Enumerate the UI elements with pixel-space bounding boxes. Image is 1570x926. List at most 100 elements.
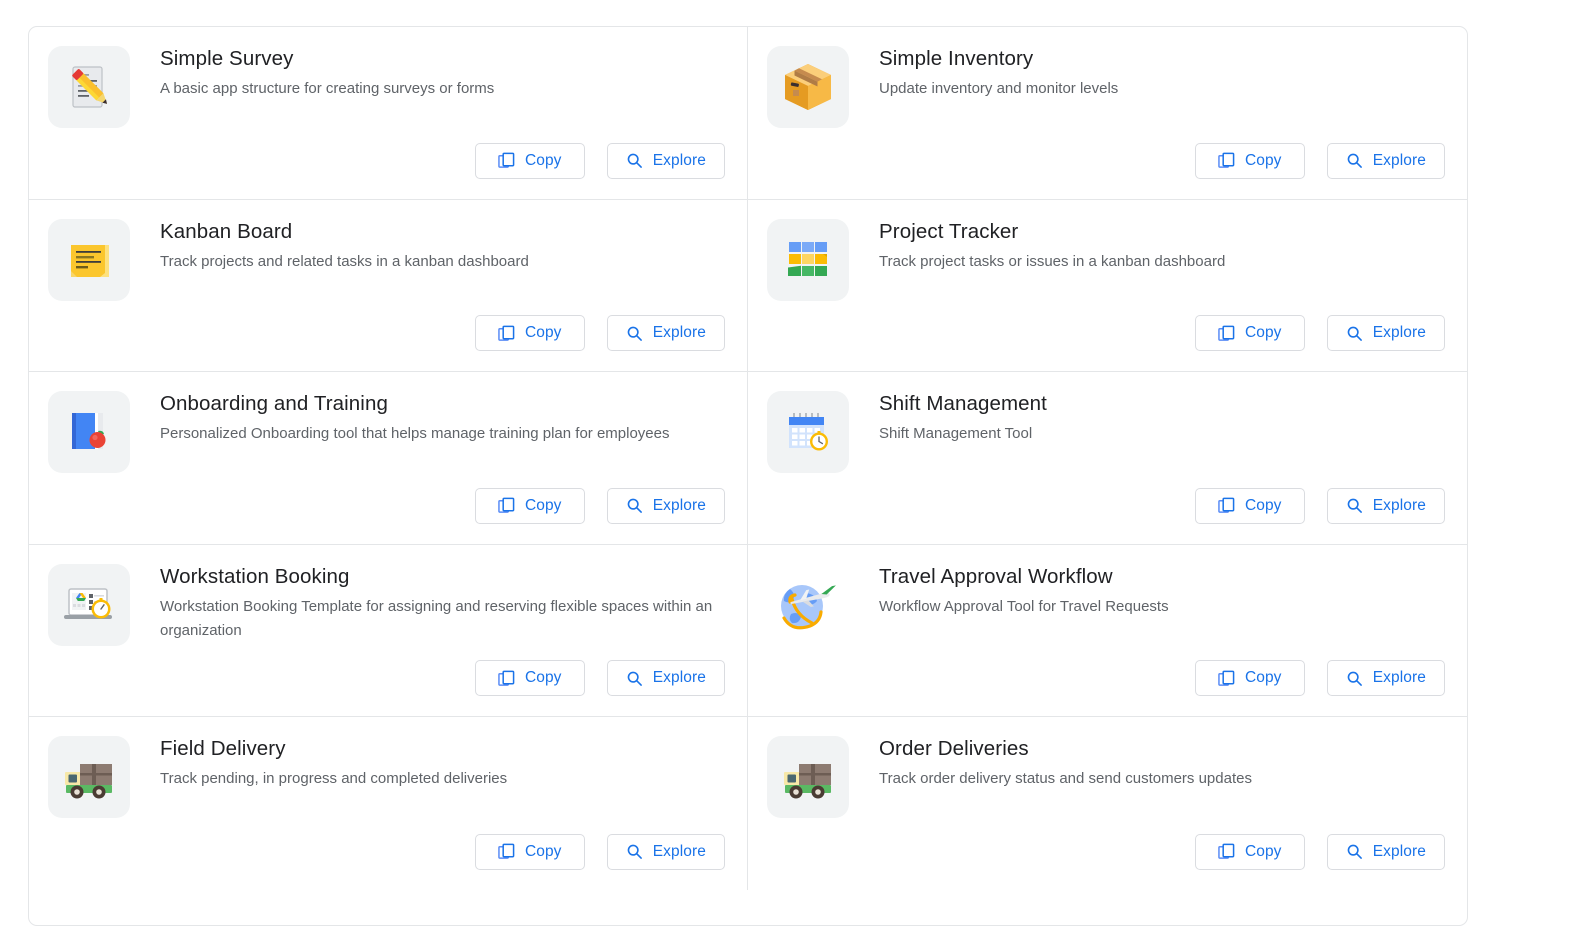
copy-button[interactable]: Copy [474, 142, 585, 179]
copy-button-label: Copy [524, 669, 562, 686]
template-actions: Copy Explore [1194, 142, 1445, 179]
explore-button[interactable]: Explore [606, 660, 725, 696]
template-title: Project Tracker [879, 219, 1019, 243]
calendar-clock-icon [767, 391, 849, 473]
copy-button[interactable]: Copy [474, 315, 585, 351]
template-row: Onboarding and Training Personalized Onb… [29, 372, 1467, 545]
template-title: Order Deliveries [879, 737, 1029, 760]
delivery-truck-icon [48, 736, 130, 818]
search-icon [626, 497, 643, 514]
template-row: Workstation Booking Workstation Booking … [29, 544, 1467, 717]
laptop-stopwatch-icon [48, 563, 130, 646]
copy-button[interactable]: Copy [474, 487, 585, 524]
template-title: Simple Inventory [879, 47, 1034, 70]
explore-button[interactable]: Explore [606, 315, 725, 351]
template-actions: Copy Explore [1194, 660, 1445, 696]
copy-button[interactable]: Copy [1194, 142, 1305, 179]
copy-icon [498, 843, 515, 860]
template-description: Track projects and related tasks in a ka… [160, 252, 529, 270]
template-card-field-delivery[interactable]: Field Delivery Track pending, in progres… [29, 717, 748, 890]
copy-icon [498, 152, 515, 169]
template-card-order-deliveries[interactable]: Order Deliveries Track order delivery st… [748, 717, 1467, 890]
template-actions: Copy Explore [474, 142, 725, 179]
copy-icon [498, 670, 515, 687]
template-card-onboarding-and-training[interactable]: Onboarding and Training Personalized Onb… [29, 372, 748, 544]
copy-icon [1218, 325, 1235, 342]
explore-button-label: Explore [652, 669, 706, 686]
search-icon [626, 152, 643, 169]
template-title: Simple Survey [160, 47, 294, 70]
template-card-travel-approval-workflow[interactable]: Travel Approval Workflow Workflow Approv… [748, 545, 1467, 717]
explore-button-label: Explore [1372, 842, 1426, 860]
template-description: Track pending, in progress and completed… [160, 770, 508, 787]
explore-button[interactable]: Explore [1326, 660, 1445, 696]
template-actions: Copy Explore [1194, 833, 1445, 870]
search-icon [1346, 670, 1363, 687]
explore-button[interactable]: Explore [1326, 833, 1445, 870]
copy-icon [498, 497, 515, 514]
explore-button-label: Explore [1372, 496, 1426, 514]
template-title: Field Delivery [160, 737, 286, 760]
copy-button-label: Copy [1244, 496, 1282, 514]
copy-button[interactable]: Copy [1194, 660, 1305, 696]
copy-button[interactable]: Copy [1194, 315, 1305, 351]
search-icon [1346, 325, 1363, 342]
search-icon [626, 670, 643, 687]
kanban-grid-icon [767, 218, 849, 301]
template-description: A basic app structure for creating surve… [160, 80, 495, 97]
template-gallery-grid: Simple Survey A basic app structure for … [28, 26, 1468, 926]
copy-button[interactable]: Copy [1194, 833, 1305, 870]
template-description: Track project tasks or issues in a kanba… [879, 252, 1226, 270]
book-apple-icon [48, 391, 130, 473]
explore-button-label: Explore [652, 324, 706, 341]
template-card-workstation-booking[interactable]: Workstation Booking Workstation Booking … [29, 544, 748, 716]
copy-button-label: Copy [1244, 669, 1282, 686]
explore-button-label: Explore [1372, 151, 1426, 169]
survey-pencil-icon [48, 46, 130, 128]
template-card-simple-survey[interactable]: Simple Survey A basic app structure for … [29, 27, 748, 199]
template-card-project-tracker[interactable]: Project Tracker Track project tasks or i… [748, 200, 1467, 372]
explore-button[interactable]: Explore [1326, 315, 1445, 351]
template-description: Personalized Onboarding tool that helps … [160, 425, 670, 442]
search-icon [1346, 497, 1363, 514]
template-row: Kanban Board Track projects and related … [29, 199, 1467, 372]
explore-button-label: Explore [1372, 669, 1426, 686]
template-actions: Copy Explore [474, 487, 725, 524]
copy-button-label: Copy [1244, 324, 1282, 341]
template-title: Kanban Board [160, 219, 293, 243]
copy-button-label: Copy [524, 151, 562, 169]
copy-button-label: Copy [524, 324, 562, 341]
package-box-icon [767, 46, 849, 128]
explore-button-label: Explore [1372, 324, 1426, 341]
explore-button[interactable]: Explore [1326, 142, 1445, 179]
copy-icon [1218, 497, 1235, 514]
search-icon [1346, 152, 1363, 169]
copy-button-label: Copy [524, 496, 562, 514]
explore-button[interactable]: Explore [606, 487, 725, 524]
copy-button[interactable]: Copy [474, 833, 585, 870]
copy-button-label: Copy [1244, 842, 1282, 860]
copy-button[interactable]: Copy [474, 660, 585, 696]
explore-button-label: Explore [652, 151, 706, 169]
template-title: Onboarding and Training [160, 392, 388, 415]
template-actions: Copy Explore [474, 833, 725, 870]
template-card-shift-management[interactable]: Shift Management Shift Management Tool C… [748, 372, 1467, 544]
copy-icon [1218, 670, 1235, 687]
explore-button-label: Explore [652, 842, 706, 860]
explore-button[interactable]: Explore [606, 142, 725, 179]
copy-button[interactable]: Copy [1194, 487, 1305, 524]
copy-icon [498, 325, 515, 342]
template-title: Workstation Booking [160, 564, 350, 588]
explore-button[interactable]: Explore [1326, 487, 1445, 524]
copy-icon [1218, 152, 1235, 169]
template-card-kanban-board[interactable]: Kanban Board Track projects and related … [29, 199, 748, 371]
template-card-simple-inventory[interactable]: Simple Inventory Update inventory and mo… [748, 27, 1467, 199]
search-icon [626, 843, 643, 860]
explore-button-label: Explore [652, 496, 706, 514]
globe-plane-icon [767, 564, 849, 646]
template-description: Workflow Approval Tool for Travel Reques… [879, 597, 1169, 615]
template-description: Update inventory and monitor levels [879, 80, 1119, 97]
template-actions: Copy Explore [1194, 315, 1445, 351]
explore-button[interactable]: Explore [606, 833, 725, 870]
search-icon [1346, 843, 1363, 860]
